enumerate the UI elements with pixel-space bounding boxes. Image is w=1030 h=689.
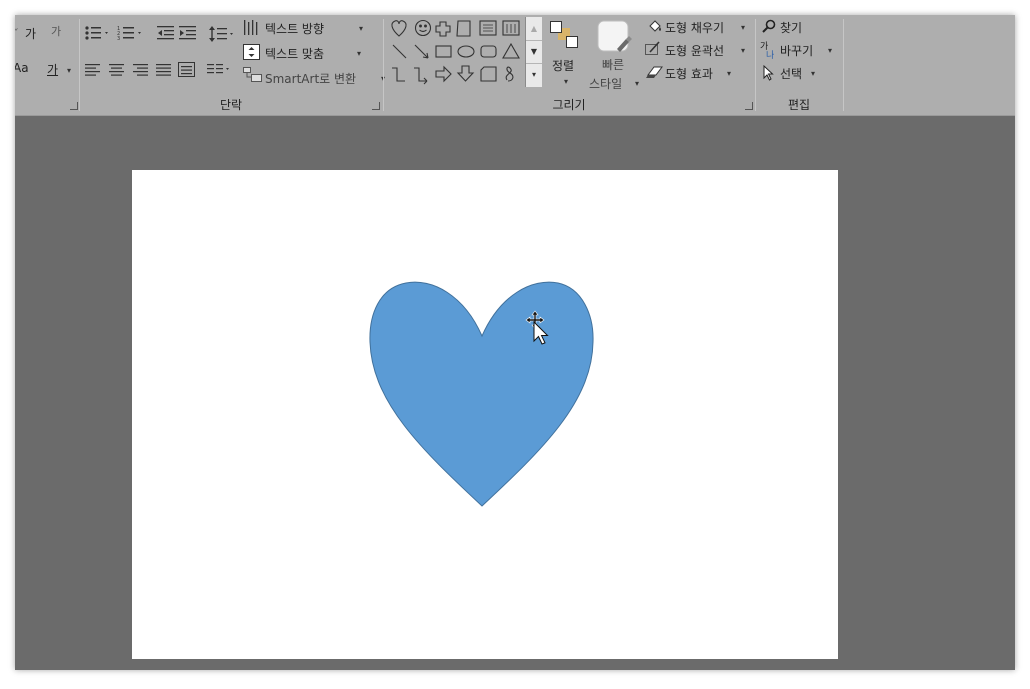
text-case-button[interactable]: Aa bbox=[15, 61, 29, 75]
font-dialog-launcher[interactable] bbox=[70, 102, 78, 110]
gallery-rectangle-icon[interactable] bbox=[435, 45, 452, 58]
align-text-caret[interactable]: ▾ bbox=[357, 49, 361, 58]
gallery-line-icon[interactable] bbox=[392, 44, 407, 59]
grow-font-button[interactable]: 가 bbox=[25, 25, 36, 42]
heart-shape[interactable] bbox=[369, 281, 594, 507]
svg-text:3: 3 bbox=[117, 36, 120, 41]
smartart-icon[interactable] bbox=[243, 67, 263, 83]
font-color-caret[interactable]: ▾ bbox=[67, 66, 71, 75]
quick-styles-caret[interactable]: ▾ bbox=[635, 79, 639, 88]
increase-indent-icon[interactable] bbox=[179, 25, 197, 41]
shape-fill-icon[interactable] bbox=[648, 19, 663, 34]
gallery-textbox-icon[interactable] bbox=[479, 20, 497, 36]
powerpoint-window: ˇ 가 가 Aa 가 ▾ 1 2 3 텍스트 방향 ▾ 텍스트 맞춤 ▾ Sma… bbox=[15, 15, 1015, 670]
gallery-elbow-connector-icon[interactable] bbox=[392, 67, 405, 82]
shape-effects-caret[interactable]: ▾ bbox=[727, 69, 731, 78]
quick-styles-label-line1[interactable]: 빠른 bbox=[602, 56, 624, 73]
shape-effects-label[interactable]: 도형 효과 bbox=[665, 65, 713, 82]
gallery-curve-icon[interactable] bbox=[505, 66, 514, 82]
clear-format-button[interactable]: 가 bbox=[51, 23, 61, 39]
paragraph-group: 1 2 3 텍스트 방향 ▾ 텍스트 맞춤 ▾ SmartArt로 변환 단락 bbox=[79, 15, 385, 115]
arrange-label[interactable]: 정렬 bbox=[552, 57, 574, 74]
gallery-flowchart-icon[interactable] bbox=[480, 66, 497, 82]
gallery-vertical-textbox-icon[interactable] bbox=[502, 20, 520, 36]
numbering-icon[interactable]: 1 2 3 bbox=[117, 25, 143, 41]
text-direction-icon[interactable] bbox=[243, 19, 261, 37]
gallery-arrow-line-icon[interactable] bbox=[414, 44, 429, 59]
find-label[interactable]: 찾기 bbox=[780, 19, 802, 36]
drawing-group-label: 그리기 bbox=[552, 98, 586, 112]
replace-icon[interactable]: 가 나 bbox=[760, 41, 778, 59]
gallery-triangle-icon[interactable] bbox=[502, 42, 520, 59]
font-color-button[interactable]: 가 bbox=[47, 61, 58, 78]
shape-effects-icon[interactable] bbox=[645, 65, 663, 79]
decrease-indent-icon[interactable] bbox=[157, 25, 175, 41]
quick-styles-label-line2[interactable]: 스타일 bbox=[589, 75, 622, 92]
shape-fill-label[interactable]: 도형 채우기 bbox=[665, 19, 724, 36]
gallery-smiley-icon[interactable] bbox=[414, 19, 432, 37]
gallery-scroll-down-icon[interactable]: ▼ bbox=[526, 40, 542, 64]
ribbon: ˇ 가 가 Aa 가 ▾ 1 2 3 텍스트 방향 ▾ 텍스트 맞춤 ▾ Sma… bbox=[15, 15, 1015, 116]
editing-group: 찾기 가 나 바꾸기 ▾ 선택 ▾ 편집 bbox=[755, 15, 843, 115]
smartart-label[interactable]: SmartArt로 변환 bbox=[265, 70, 356, 87]
text-direction-caret[interactable]: ▾ bbox=[359, 24, 363, 33]
divider bbox=[843, 19, 844, 111]
select-label[interactable]: 선택 bbox=[780, 65, 802, 82]
svg-text:나: 나 bbox=[766, 50, 774, 59]
shape-outline-label[interactable]: 도형 윤곽선 bbox=[665, 42, 724, 59]
gallery-heart-icon[interactable] bbox=[391, 20, 407, 37]
replace-caret[interactable]: ▾ bbox=[828, 46, 832, 55]
select-caret[interactable]: ▾ bbox=[811, 69, 815, 78]
slide-drawing bbox=[369, 281, 594, 507]
align-center-icon[interactable] bbox=[109, 63, 125, 77]
text-direction-label[interactable]: 텍스트 방향 bbox=[265, 20, 324, 37]
select-cursor-icon[interactable] bbox=[763, 65, 775, 81]
gallery-rounded-rect-icon[interactable] bbox=[480, 45, 497, 58]
paragraph-dialog-launcher[interactable] bbox=[372, 102, 380, 110]
align-text-label[interactable]: 텍스트 맞춤 bbox=[265, 45, 324, 62]
quick-styles-icon[interactable] bbox=[595, 19, 633, 55]
align-text-icon[interactable] bbox=[243, 44, 261, 60]
gallery-elbow-arrow-icon[interactable] bbox=[414, 67, 428, 85]
line-spacing-icon[interactable] bbox=[209, 25, 237, 43]
gallery-oval-icon[interactable] bbox=[457, 45, 475, 58]
align-right-icon[interactable] bbox=[133, 63, 149, 77]
align-left-icon[interactable] bbox=[85, 63, 101, 77]
arrange-caret[interactable]: ▾ bbox=[564, 77, 568, 86]
slide-canvas[interactable] bbox=[132, 170, 838, 659]
shape-outline-caret[interactable]: ▾ bbox=[741, 46, 745, 55]
arrange-icon[interactable] bbox=[548, 20, 582, 52]
gallery-right-arrow-icon[interactable] bbox=[435, 65, 452, 83]
font-group: ˇ 가 가 Aa 가 ▾ bbox=[15, 15, 81, 115]
columns-icon[interactable] bbox=[207, 63, 233, 77]
distributed-icon[interactable] bbox=[178, 62, 196, 78]
gallery-plus-icon[interactable] bbox=[435, 21, 451, 37]
gallery-snip-icon[interactable] bbox=[456, 20, 471, 37]
shape-fill-caret[interactable]: ▾ bbox=[741, 23, 745, 32]
gallery-more-icon[interactable]: ▾ bbox=[526, 63, 542, 86]
drawing-dialog-launcher[interactable] bbox=[745, 102, 753, 110]
justify-icon[interactable] bbox=[156, 63, 172, 77]
paragraph-group-label: 단락 bbox=[219, 98, 243, 112]
gallery-scroll-up-icon[interactable]: ▲ bbox=[526, 17, 542, 41]
bullets-icon[interactable] bbox=[84, 25, 110, 41]
replace-label[interactable]: 바꾸기 bbox=[780, 42, 813, 59]
shape-outline-icon[interactable] bbox=[645, 41, 661, 56]
shapes-gallery[interactable] bbox=[389, 18, 525, 86]
font-size-caret[interactable]: ˇ bbox=[15, 27, 19, 41]
find-icon[interactable] bbox=[762, 19, 777, 34]
editing-group-label: 편집 bbox=[787, 98, 811, 112]
gallery-scrollbar[interactable]: ▲ ▼ ▾ bbox=[525, 17, 542, 87]
gallery-down-arrow-icon[interactable] bbox=[456, 65, 475, 82]
